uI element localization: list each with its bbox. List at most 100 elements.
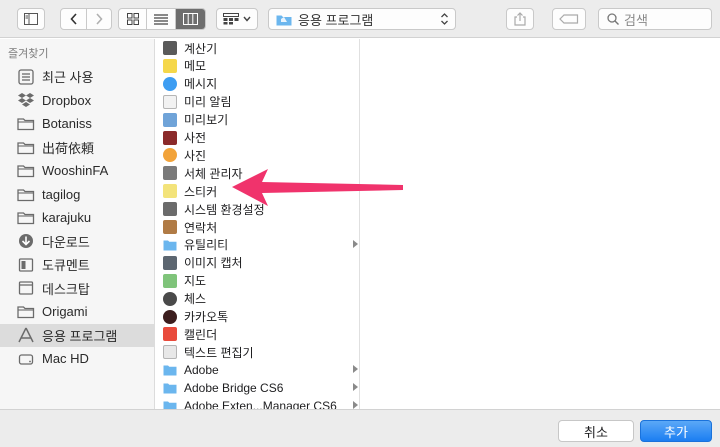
location-popup[interactable]: 응용 프로그램 [268, 8, 456, 30]
dropbox-icon [17, 92, 35, 108]
share-icon [514, 12, 526, 26]
tags-button[interactable] [552, 8, 586, 30]
list-item[interactable]: 캘린더 [156, 325, 359, 343]
sidebar-item[interactable]: WooshinFA [0, 159, 155, 182]
chess-icon [163, 291, 177, 306]
search-field[interactable]: 검색 [598, 8, 712, 30]
list-item[interactable]: 사진 [156, 146, 359, 164]
list-item[interactable]: 지도 [156, 272, 359, 290]
utilities-folder-icon [163, 238, 177, 252]
sidebar-item[interactable]: tagilog [0, 183, 155, 206]
list-item[interactable]: Adobe Exten...Manager CS6 [156, 397, 359, 409]
sidebar-item-label: Mac HD [42, 351, 89, 366]
list-item[interactable]: 메시지 [156, 75, 359, 93]
sidebar-item-label: Dropbox [42, 92, 92, 108]
share-button[interactable] [506, 8, 534, 30]
recents-icon [17, 68, 35, 85]
list-item-label: 미리 알림 [184, 95, 232, 110]
textedit-icon [163, 345, 177, 360]
list-item[interactable]: 서체 관리자 [156, 164, 359, 182]
search-placeholder: 검색 [624, 12, 648, 28]
sidebar-item[interactable]: Mac HD [0, 347, 155, 370]
list-item[interactable]: 텍스트 편집기 [156, 343, 359, 361]
sidebar-item[interactable]: Dropbox [0, 89, 155, 112]
list-item[interactable]: 시스템 환경설정 [156, 200, 359, 218]
forward-button[interactable] [87, 9, 111, 29]
contacts-icon [163, 220, 177, 234]
sidebar-item-label: Origami [42, 304, 88, 319]
list-icon [154, 13, 169, 25]
notes-icon [163, 58, 177, 73]
sidebar-item[interactable]: Origami [0, 300, 155, 323]
sidebar-item[interactable]: 응용 프로그램 [0, 323, 155, 347]
list-item[interactable]: 이미지 캡처 [156, 254, 359, 272]
folder-icon [17, 139, 35, 155]
folder-icon [17, 163, 35, 179]
messages-icon [163, 76, 177, 91]
list-item-label: 유틸리티 [184, 238, 229, 253]
sidebar-item[interactable]: 다운로드 [0, 230, 155, 253]
list-item[interactable]: 체스 [156, 290, 359, 308]
list-item[interactable]: 유틸리티 [156, 236, 359, 254]
list-item[interactable]: Adobe [156, 361, 359, 379]
columns-icon [182, 13, 198, 25]
sidebar-item[interactable]: 최근 사용 [0, 65, 155, 88]
list-view-button[interactable] [147, 9, 176, 29]
sidebar: 즐겨찾기 최근 사용 Dropbox Botaniss 出荷依頼 WooshinFA ta… [0, 39, 155, 447]
sidebar-item[interactable]: karajuku [0, 206, 155, 229]
add-button[interactable]: 추가 [640, 420, 712, 442]
location-label: 응용 프로그램 [298, 12, 374, 28]
folder-icon [163, 399, 177, 409]
grid-icon [126, 13, 139, 25]
back-button[interactable] [61, 9, 87, 29]
list-item-label: 캘린더 [184, 327, 218, 342]
list-item[interactable]: 스티커 [156, 182, 359, 200]
list-item-label: 미리보기 [184, 113, 229, 128]
icon-view-button[interactable] [119, 9, 148, 29]
list-item[interactable]: 계산기 [156, 39, 359, 57]
list-item[interactable]: 카카오톡 [156, 308, 359, 326]
list-item-label: 텍스트 편집기 [184, 345, 254, 360]
sidebar-item[interactable]: 도큐멘트 [0, 253, 155, 276]
list-item-label: 스티커 [184, 184, 218, 199]
sidebar-item[interactable]: Botaniss [0, 112, 155, 135]
desktop-icon [17, 280, 35, 296]
kakaotalk-icon [163, 309, 177, 324]
arrange-button[interactable] [216, 8, 258, 30]
sidebar-item[interactable]: 出荷依頼 [0, 136, 155, 159]
sidebar-item-label: WooshinFA [42, 163, 109, 178]
back-forward-control [60, 8, 112, 30]
disclosure-arrow-icon [353, 365, 358, 374]
list-item-label: 메시지 [184, 77, 218, 92]
disclosure-arrow-icon [353, 239, 358, 248]
list-item[interactable]: 메모 [156, 57, 359, 75]
photos-icon [163, 148, 177, 163]
footer-bar: 취소 추가 [0, 409, 720, 447]
list-item-label: 연락처 [184, 220, 218, 235]
cancel-button[interactable]: 취소 [558, 420, 634, 442]
system-preferences-icon [163, 202, 177, 217]
toggle-sidebar-button[interactable] [17, 8, 45, 30]
list-item-label: 시스템 환경설정 [184, 202, 265, 217]
list-item[interactable]: 사전 [156, 129, 359, 147]
dictionary-icon [163, 130, 177, 145]
chevron-left-icon [69, 13, 77, 25]
column-applications[interactable]: 계산기메모메시지미리 알림미리보기 사전 사진 서체 관리자스티커시스템 환경설정연락… [156, 39, 360, 409]
preview-icon [163, 112, 177, 127]
sidebar-item-label: 데스크탑 [42, 281, 90, 297]
sidebar-header: 즐겨찾기 [8, 48, 49, 60]
list-item-label: 메모 [184, 59, 207, 74]
list-item[interactable]: 미리보기 [156, 111, 359, 129]
folder-icon [17, 186, 35, 202]
list-item-label: 지도 [184, 274, 207, 289]
list-item[interactable]: Adobe Bridge CS6 [156, 379, 359, 397]
sidebar-item[interactable]: 데스크탑 [0, 277, 155, 300]
column-view-button[interactable] [175, 9, 205, 29]
applications-icon [17, 327, 35, 343]
list-item[interactable]: 연락처 [156, 218, 359, 236]
sidebar-item-label: 다운로드 [42, 234, 90, 250]
folder-icon [17, 304, 35, 320]
updown-chevron-icon [441, 13, 448, 25]
list-item[interactable]: 미리 알림 [156, 93, 359, 111]
disclosure-arrow-icon [353, 401, 358, 409]
